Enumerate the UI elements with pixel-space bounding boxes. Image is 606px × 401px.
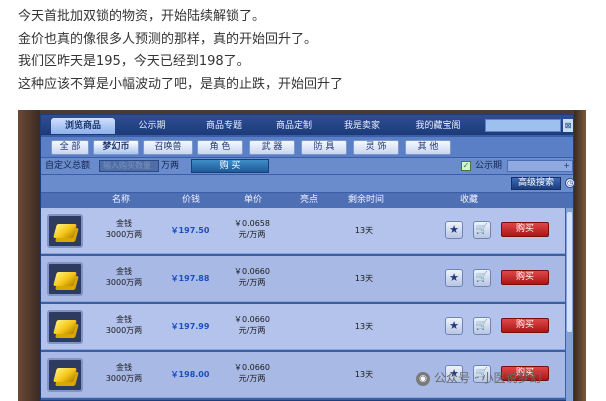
public-period-label: 公示期 xyxy=(475,161,503,171)
filter-bar: 自定义总额 输入购买数量 万两 购 买 ✓ 公示期 + xyxy=(41,158,573,174)
item-price: ￥197.50 xyxy=(170,226,210,235)
table-header: 名称 价钱 单价 亮点 剩余时间 收藏 xyxy=(41,193,573,208)
category-other[interactable]: 其 他 xyxy=(405,140,451,155)
tab-seller[interactable]: 我是卖家 xyxy=(331,118,393,134)
clock-icon[interactable]: ◷ xyxy=(565,178,575,188)
item-price: ￥197.99 xyxy=(170,322,210,331)
item-unit-suffix: 元/万两 xyxy=(238,374,266,383)
item-unit-suffix: 元/万两 xyxy=(238,278,266,287)
table-row: 金钱 3000万两 ￥197.99 ￥0.0660 元/万两 13天 ★ 🛒 购买 xyxy=(41,304,565,350)
item-time: 13天 xyxy=(354,274,374,283)
search-button[interactable]: ⊠ xyxy=(563,119,573,132)
tab-public-period[interactable]: 公示期 xyxy=(127,118,177,134)
watermark: ◉ 公众号 · 小医说梦幻 xyxy=(416,368,596,388)
public-period-select[interactable]: + xyxy=(507,160,573,172)
quantity-input[interactable]: 输入购买数量 xyxy=(99,160,159,172)
category-weapons[interactable]: 武 器 xyxy=(249,140,295,155)
column-highlights: 亮点 xyxy=(299,195,318,205)
wechat-icon: ◉ xyxy=(416,371,430,386)
item-time: 13天 xyxy=(354,226,374,235)
top-tab-bar: 浏览商品 公示期 商品专题 商品定制 我是卖家 我的藏宝阁 ⊠ xyxy=(41,115,573,135)
buy-button[interactable]: 购买 xyxy=(501,318,549,333)
category-roles[interactable]: 角 色 xyxy=(197,140,243,155)
item-time: 13天 xyxy=(354,322,374,331)
column-price: 价钱 xyxy=(181,195,200,205)
filter-buy-button[interactable]: 购 买 xyxy=(191,159,269,173)
item-time: 13天 xyxy=(354,370,374,379)
cart-icon[interactable]: 🛒 xyxy=(473,269,491,287)
gold-item-icon xyxy=(47,262,83,296)
gold-item-icon xyxy=(47,358,83,392)
gold-item-icon xyxy=(47,214,83,248)
buy-button[interactable]: 购买 xyxy=(501,222,549,237)
cart-icon[interactable]: 🛒 xyxy=(473,221,491,239)
column-remaining-time: 剩余时间 xyxy=(347,195,384,205)
scrollbar-thumb[interactable] xyxy=(567,212,572,332)
tab-my-treasure[interactable]: 我的藏宝阁 xyxy=(403,118,473,134)
favorite-star-icon[interactable]: ★ xyxy=(445,221,463,239)
unit-label: 万两 xyxy=(161,161,180,171)
item-amount: 3000万两 xyxy=(105,278,143,287)
column-name: 名称 xyxy=(111,195,130,205)
article-line: 金价也真的像很多人预测的那样，真的开始回升了。 xyxy=(18,31,318,47)
search-input[interactable] xyxy=(485,119,561,132)
item-name: 金钱 xyxy=(116,219,132,228)
favorite-star-icon[interactable]: ★ xyxy=(445,269,463,287)
article-text: 今天首批加双锁的物资，开始陆续解锁了。 金价也真的像很多人预测的那样，真的开始回… xyxy=(18,6,598,96)
item-name: 金钱 xyxy=(116,267,132,276)
background-scenery xyxy=(18,110,40,401)
item-price: ￥198.00 xyxy=(170,370,210,379)
column-favorite: 收藏 xyxy=(459,195,478,205)
buy-button[interactable]: 购买 xyxy=(501,270,549,285)
category-pets[interactable]: 召唤兽 xyxy=(143,140,193,155)
item-price: ￥197.88 xyxy=(170,274,210,283)
article-line: 今天首批加双锁的物资，开始陆续解锁了。 xyxy=(18,9,266,24)
item-amount: 3000万两 xyxy=(105,374,143,383)
item-unit-price: ￥0.0658 xyxy=(234,219,270,228)
item-unit-suffix: 元/万两 xyxy=(238,326,266,335)
article-line: 我们区昨天是195，今天已经到198了。 xyxy=(18,54,250,69)
item-unit-price: ￥0.0660 xyxy=(234,267,270,276)
advanced-search-button[interactable]: 高级搜索 xyxy=(511,177,561,190)
category-accessories[interactable]: 灵 饰 xyxy=(353,140,399,155)
advanced-bar: 高级搜索 ◷ xyxy=(41,175,575,192)
tab-browse-items[interactable]: 浏览商品 xyxy=(51,118,115,134)
table-row: 金钱 3000万两 ￥197.50 ￥0.0658 元/万两 13天 ★ 🛒 购买 xyxy=(41,208,565,254)
favorite-star-icon[interactable]: ★ xyxy=(445,317,463,335)
category-armor[interactable]: 防 具 xyxy=(301,140,347,155)
item-amount: 3000万两 xyxy=(105,230,143,239)
table-row: 金钱 3000万两 ￥197.88 ￥0.0660 元/万两 13天 ★ 🛒 购买 xyxy=(41,256,565,302)
category-currency[interactable]: 梦幻币 xyxy=(93,140,139,155)
background-scenery xyxy=(574,110,586,401)
tab-custom[interactable]: 商品定制 xyxy=(263,118,325,134)
item-amount: 3000万两 xyxy=(105,326,143,335)
item-name: 金钱 xyxy=(116,315,132,324)
column-unit-price: 单价 xyxy=(243,195,262,205)
public-period-checkbox[interactable]: ✓ xyxy=(461,161,471,171)
category-bar: 全 部 梦幻币 召唤兽 角 色 武 器 防 具 灵 饰 其 他 xyxy=(41,137,573,157)
item-unit-suffix: 元/万两 xyxy=(238,230,266,239)
custom-total-label: 自定义总额 xyxy=(45,161,91,171)
marketplace-window: 浏览商品 公示期 商品专题 商品定制 我是卖家 我的藏宝阁 ⊠ 全 部 梦幻币 … xyxy=(40,114,575,401)
gold-item-icon xyxy=(47,310,83,344)
embedded-game-screenshot: 浏览商品 公示期 商品专题 商品定制 我是卖家 我的藏宝阁 ⊠ 全 部 梦幻币 … xyxy=(18,110,586,401)
tab-topics[interactable]: 商品专题 xyxy=(193,118,255,134)
article-line: 这种应该不算是小幅波动了吧，是真的止跌，开始回升了 xyxy=(18,76,344,92)
item-name: 金钱 xyxy=(116,363,132,372)
watermark-text: 公众号 · 小医说梦幻 xyxy=(434,371,542,385)
category-all[interactable]: 全 部 xyxy=(51,140,89,155)
item-unit-price: ￥0.0660 xyxy=(234,315,270,324)
cart-icon[interactable]: 🛒 xyxy=(473,317,491,335)
item-unit-price: ￥0.0660 xyxy=(234,363,270,372)
